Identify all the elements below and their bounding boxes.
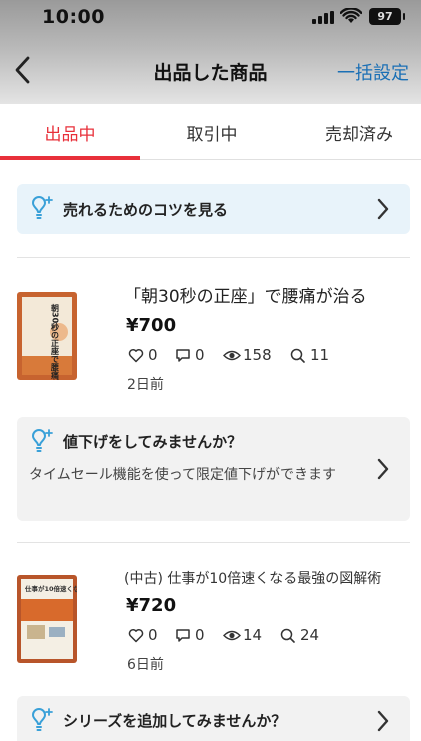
product-thumbnail[interactable]: 仕事が10倍速くなる 最強の図解術	[17, 575, 77, 663]
product-thumbnail[interactable]: 朝30秒の正座で腰痛が治る	[17, 292, 77, 380]
heart-icon	[128, 349, 144, 363]
app-header: 出品した商品 一括設定	[0, 46, 421, 98]
likes-count: 0	[148, 626, 158, 644]
searches-count: 11	[310, 346, 330, 364]
comment-icon	[176, 629, 190, 642]
lightbulb-icon	[32, 708, 53, 731]
wifi-icon	[340, 8, 362, 23]
battery-icon: 97	[369, 8, 405, 25]
comments-count: 0	[195, 346, 205, 364]
search-icon	[290, 348, 305, 363]
views-count: 158	[243, 346, 272, 364]
eye-icon	[223, 350, 241, 361]
top-bar: 10:00 97 出品した商品 一括設定	[0, 0, 421, 104]
product-name: (中古) 仕事が10倍速くなる最強の図解術	[124, 571, 382, 587]
status-time: 10:00	[42, 6, 105, 28]
bulk-settings-button[interactable]: 一括設定	[337, 59, 409, 85]
tab-listing[interactable]: 出品中	[0, 120, 140, 145]
suggestion-title: 値下げをしてみませんか？	[63, 433, 243, 451]
status-bar: 10:00 97	[0, 0, 421, 36]
searches-count: 24	[300, 626, 320, 644]
divider	[17, 257, 410, 258]
lightbulb-icon	[32, 196, 53, 219]
divider	[17, 542, 410, 543]
selling-tips-banner[interactable]: 売れるためのコツを見る	[17, 184, 410, 234]
suggestion-description: タイムセール機能を使って限定値下げができます	[29, 467, 337, 483]
heart-icon	[128, 629, 144, 643]
chevron-right-icon	[377, 710, 389, 732]
tab-in-progress[interactable]: 取引中	[142, 120, 282, 145]
search-icon	[280, 628, 295, 643]
comment-icon	[176, 349, 190, 362]
chevron-right-icon	[377, 458, 389, 480]
signal-icon	[312, 11, 334, 24]
product-price: ¥720	[126, 595, 177, 616]
cover-title: 朝30秒の正座で腰痛が治る	[51, 303, 60, 380]
product-price: ¥700	[126, 315, 177, 336]
add-series-suggestion-card[interactable]: シリーズを追加してみませんか？	[17, 696, 410, 741]
selling-tips-label: 売れるためのコツを見る	[63, 201, 229, 219]
price-drop-suggestion-card[interactable]: 値下げをしてみませんか？ タイムセール機能を使って限定値下げができます	[17, 417, 410, 521]
lightbulb-icon	[32, 429, 53, 452]
eye-icon	[223, 630, 241, 641]
chevron-right-icon	[377, 198, 389, 220]
listed-time: 6日前	[127, 657, 164, 673]
suggestion-title: シリーズを追加してみませんか？	[63, 712, 287, 730]
tab-bar: 出品中 取引中 売却済み	[0, 104, 421, 160]
cover-title: 仕事が10倍速くなる 最強の図解術	[24, 584, 77, 593]
likes-count: 0	[148, 346, 158, 364]
views-count: 14	[243, 626, 263, 644]
listed-time: 2日前	[127, 377, 164, 393]
active-tab-indicator	[0, 156, 140, 160]
tab-sold[interactable]: 売却済み	[289, 120, 421, 145]
comments-count: 0	[195, 626, 205, 644]
product-name: 「朝30秒の正座」で腰痛が治る	[124, 287, 367, 307]
